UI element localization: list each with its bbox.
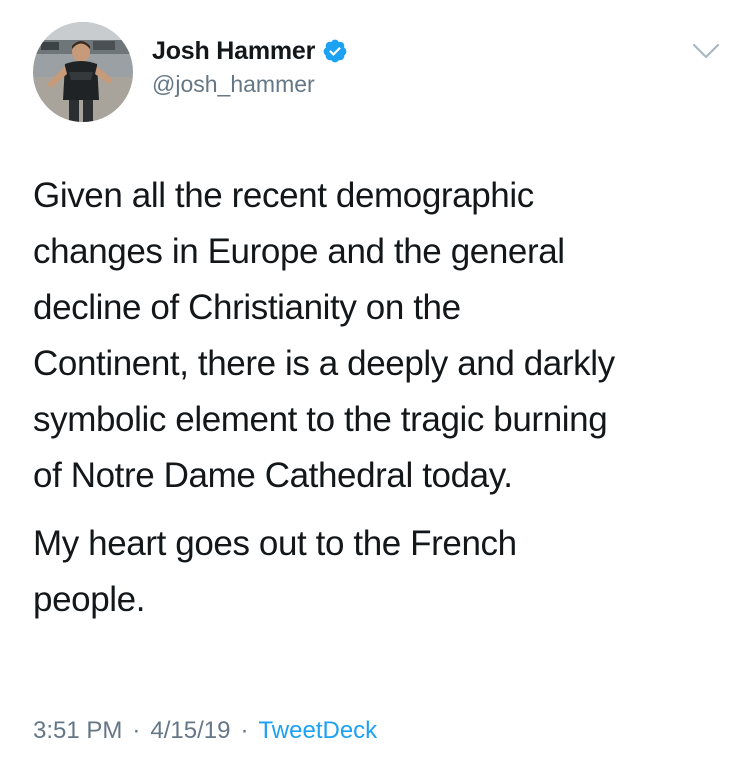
meta-separator: · <box>240 717 249 744</box>
tweet-paragraph: My heart goes out to the French people. <box>33 524 517 619</box>
chevron-down-icon[interactable] <box>690 40 722 62</box>
author-handle[interactable]: @josh_hammer <box>152 71 315 98</box>
meta-separator: · <box>132 717 141 744</box>
tweet-source-link[interactable]: TweetDeck <box>258 717 377 745</box>
tweet-text: Given all the recent demographic changes… <box>33 168 733 628</box>
tweet-card: Josh Hammer @josh_hammer Given all the r… <box>0 0 750 780</box>
author-name-row[interactable]: Josh Hammer <box>152 34 348 68</box>
tweet-time[interactable]: 3:51 PM <box>33 717 122 745</box>
verified-badge-icon <box>322 38 348 64</box>
display-name[interactable]: Josh Hammer <box>152 37 315 66</box>
avatar[interactable] <box>33 22 133 122</box>
tweet-date[interactable]: 4/15/19 <box>150 717 230 745</box>
avatar-photo <box>33 22 133 122</box>
tweet-paragraph: Given all the recent demographic changes… <box>33 176 615 495</box>
tweet-metadata: 3:51 PM · 4/15/19 · TweetDeck <box>33 717 377 745</box>
